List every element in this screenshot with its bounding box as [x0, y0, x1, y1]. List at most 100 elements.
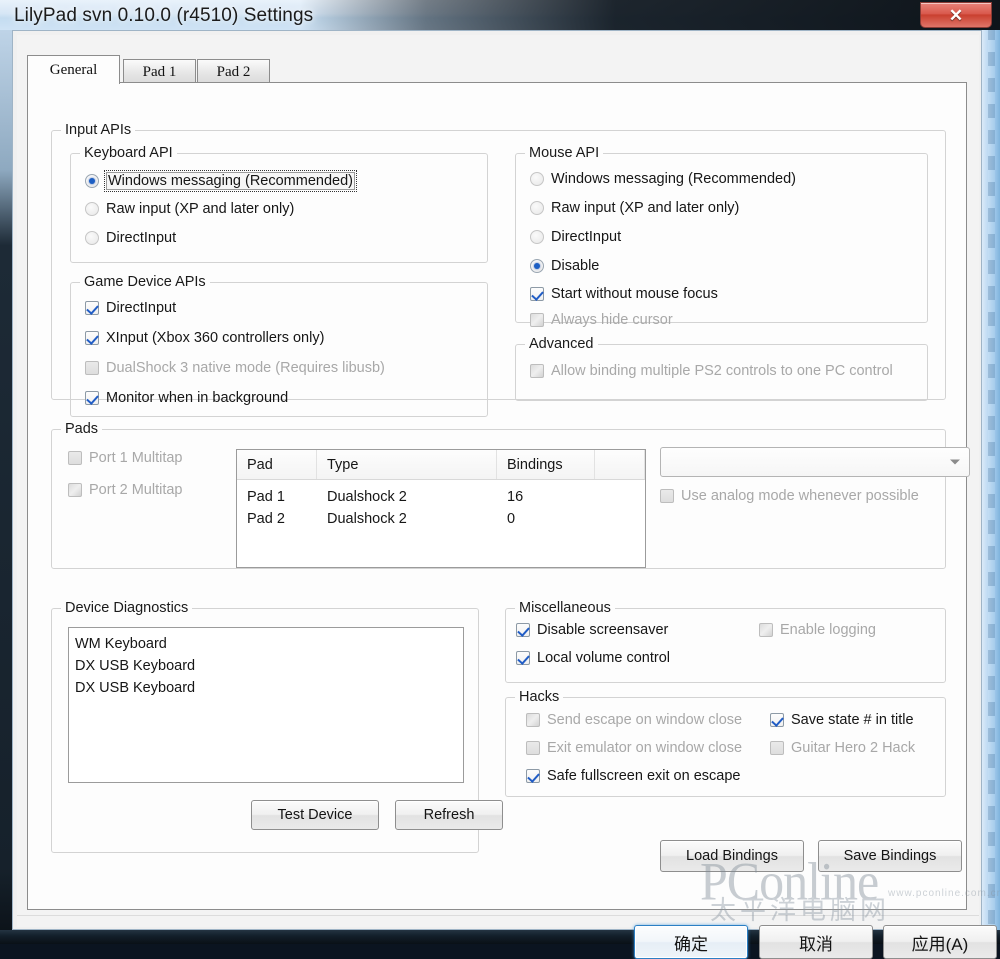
apply-button[interactable]: 应用(A) [883, 925, 997, 959]
save-bindings-button-label: Save Bindings [844, 848, 937, 864]
checkbox-icon [516, 623, 530, 637]
checkbox-gamedevice-xinput-label: XInput (Xbox 360 controllers only) [106, 330, 324, 346]
checkbox-icon [516, 651, 530, 665]
radio-icon [530, 259, 544, 273]
checkbox-local-volume-control-label: Local volume control [537, 650, 670, 666]
tab-strip: General Pad 1 Pad 2 [27, 55, 967, 83]
refresh-button-label: Refresh [424, 807, 475, 823]
radio-icon [85, 174, 99, 188]
checkbox-use-analog-mode: Use analog mode whenever possible [660, 488, 919, 504]
save-bindings-button[interactable]: Save Bindings [818, 840, 962, 872]
radio-icon [530, 230, 544, 244]
checkbox-start-without-mouse-focus-label: Start without mouse focus [551, 286, 718, 302]
checkbox-send-escape-on-window-close-label: Send escape on window close [547, 712, 742, 728]
apply-button-label: 应用(A) [912, 930, 969, 955]
radio-mouse-disable[interactable]: Disable [530, 258, 599, 274]
checkbox-use-analog-mode-label: Use analog mode whenever possible [681, 488, 919, 504]
ok-button-label: 确定 [674, 930, 708, 955]
pads-table[interactable]: Pad Type Bindings Pad 1 Dualshock 2 16 [236, 449, 646, 568]
group-device-diagnostics-label: Device Diagnostics [61, 600, 192, 616]
list-item[interactable]: DX USB Keyboard [75, 677, 463, 699]
checkbox-port2-multitap: Port 2 Multitap [68, 482, 183, 498]
refresh-button[interactable]: Refresh [395, 800, 503, 830]
checkbox-exit-emulator-on-window-close: Exit emulator on window close [526, 740, 742, 756]
group-game-device-apis: Game Device APIs DirectInput XInput (Xbo… [70, 282, 488, 417]
group-miscellaneous: Miscellaneous Disable screensaver Local … [505, 608, 946, 683]
ok-button[interactable]: 确定 [634, 925, 748, 959]
checkbox-icon [526, 713, 540, 727]
checkbox-icon [660, 489, 674, 503]
list-item[interactable]: DX USB Keyboard [75, 655, 463, 677]
dialog-surface: General Pad 1 Pad 2 Input APIs Keyboard … [17, 35, 979, 927]
group-advanced-label: Advanced [525, 336, 598, 352]
title-bar[interactable]: LilyPad svn 0.10.0 (r4510) Settings ✕ [0, 0, 1000, 30]
checkbox-save-state-number-in-title[interactable]: Save state # in title [770, 712, 914, 728]
checkbox-icon [770, 713, 784, 727]
radio-mouse-windows-messaging[interactable]: Windows messaging (Recommended) [530, 171, 796, 187]
group-mouse-api: Mouse API Windows messaging (Recommended… [515, 153, 928, 323]
checkbox-safe-fullscreen-exit-on-escape[interactable]: Safe fullscreen exit on escape [526, 768, 740, 784]
radio-mouse-raw-input-label: Raw input (XP and later only) [551, 200, 739, 216]
group-keyboard-api: Keyboard API Windows messaging (Recommen… [70, 153, 488, 263]
radio-keyboard-raw-input-label: Raw input (XP and later only) [106, 201, 294, 217]
pad-type-combo[interactable] [660, 447, 970, 477]
checkbox-safe-fullscreen-exit-on-escape-label: Safe fullscreen exit on escape [547, 768, 740, 784]
application-window: LilyPad svn 0.10.0 (r4510) Settings ✕ Ge… [0, 0, 1000, 944]
group-game-device-apis-label: Game Device APIs [80, 274, 210, 290]
cancel-button[interactable]: 取消 [759, 925, 873, 959]
close-button[interactable]: ✕ [920, 2, 992, 28]
window-title: LilyPad svn 0.10.0 (r4510) Settings [14, 5, 313, 27]
checkbox-local-volume-control[interactable]: Local volume control [516, 650, 670, 666]
radio-icon [530, 172, 544, 186]
checkbox-enable-logging: Enable logging [759, 622, 876, 638]
checkbox-port1-multitap: Port 1 Multitap [68, 450, 183, 466]
radio-mouse-raw-input[interactable]: Raw input (XP and later only) [530, 200, 739, 216]
radio-keyboard-directinput-label: DirectInput [106, 230, 176, 246]
radio-mouse-directinput[interactable]: DirectInput [530, 229, 621, 245]
pads-table-header: Pad Type Bindings [237, 450, 645, 480]
group-keyboard-api-label: Keyboard API [80, 145, 177, 161]
device-list[interactable]: WM Keyboard DX USB Keyboard DX USB Keybo… [68, 627, 464, 783]
checkbox-icon [530, 313, 544, 327]
pads-table-header-extra [595, 450, 645, 479]
checkbox-gamedevice-monitor-background[interactable]: Monitor when in background [85, 390, 288, 406]
pads-row1-pad: Pad 2 [237, 508, 317, 530]
group-advanced: Advanced Allow binding multiple PS2 cont… [515, 344, 928, 401]
tab-general[interactable]: General [27, 55, 120, 84]
checkbox-gamedevice-xinput[interactable]: XInput (Xbox 360 controllers only) [85, 330, 324, 346]
checkbox-icon [770, 741, 784, 755]
test-device-button[interactable]: Test Device [251, 800, 379, 830]
load-bindings-button[interactable]: Load Bindings [660, 840, 804, 872]
checkbox-always-hide-cursor: Always hide cursor [530, 312, 673, 328]
group-mouse-api-label: Mouse API [525, 145, 603, 161]
checkbox-icon [68, 451, 82, 465]
tab-pad1[interactable]: Pad 1 [123, 59, 196, 84]
group-hacks-label: Hacks [515, 689, 563, 705]
checkbox-always-hide-cursor-label: Always hide cursor [551, 312, 673, 328]
table-row[interactable]: Pad 2 Dualshock 2 0 [237, 508, 645, 530]
radio-icon [85, 202, 99, 216]
radio-keyboard-raw-input[interactable]: Raw input (XP and later only) [85, 201, 294, 217]
checkbox-send-escape-on-window-close: Send escape on window close [526, 712, 742, 728]
checkbox-gamedevice-monitor-background-label: Monitor when in background [106, 390, 288, 406]
checkbox-gamedevice-directinput-label: DirectInput [106, 300, 176, 316]
list-item[interactable]: WM Keyboard [75, 633, 463, 655]
close-icon: ✕ [949, 7, 963, 24]
radio-keyboard-directinput[interactable]: DirectInput [85, 230, 176, 246]
checkbox-gamedevice-directinput[interactable]: DirectInput [85, 300, 176, 316]
checkbox-allow-binding-multiple-label: Allow binding multiple PS2 controls to o… [551, 363, 893, 379]
tab-pad2[interactable]: Pad 2 [197, 59, 270, 84]
footer-separator [17, 915, 979, 916]
radio-icon [530, 201, 544, 215]
checkbox-disable-screensaver-label: Disable screensaver [537, 622, 668, 638]
table-row[interactable]: Pad 1 Dualshock 2 16 [237, 486, 645, 508]
pads-row0-pad: Pad 1 [237, 486, 317, 508]
checkbox-port1-multitap-label: Port 1 Multitap [89, 450, 183, 466]
checkbox-icon [530, 287, 544, 301]
tab-pad1-label: Pad 1 [143, 64, 177, 81]
checkbox-gamedevice-dualshock3: DualShock 3 native mode (Requires libusb… [85, 360, 385, 376]
radio-keyboard-windows-messaging[interactable]: Windows messaging (Recommended) [85, 172, 355, 190]
checkbox-start-without-mouse-focus[interactable]: Start without mouse focus [530, 286, 718, 302]
checkbox-disable-screensaver[interactable]: Disable screensaver [516, 622, 668, 638]
pads-table-header-type: Type [317, 450, 497, 479]
